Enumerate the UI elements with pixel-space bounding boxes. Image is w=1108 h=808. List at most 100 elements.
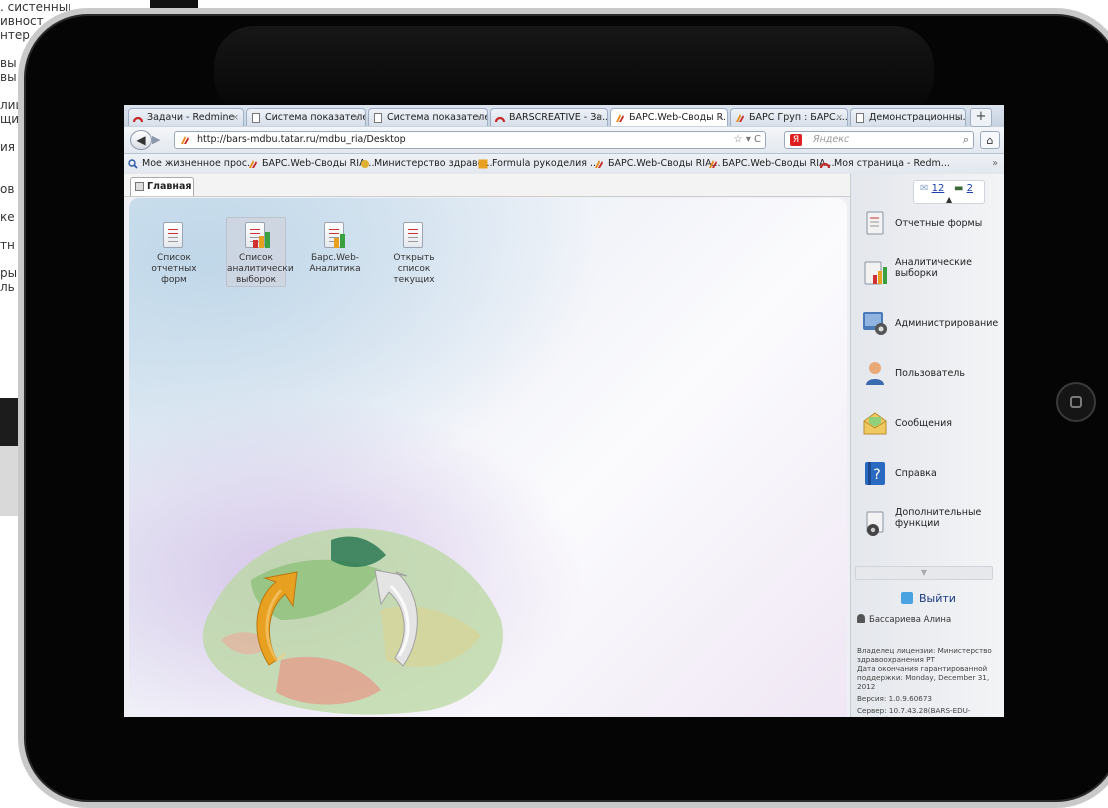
menu-item-label: Аналитические выборки	[895, 257, 972, 279]
desktop-icon-open-current-list[interactable]: Открыть список текущих	[385, 218, 443, 286]
menu-item-help[interactable]: ? Справка	[861, 457, 1001, 491]
bookmarks-bar: Мое жизненное прос... БАРС.Web-Своды RIA…	[124, 154, 1004, 175]
search-icon[interactable]: ⌕	[963, 132, 969, 148]
admin-gear-icon	[863, 312, 887, 335]
tablet-home-button[interactable]	[1056, 382, 1096, 422]
bookmark-item[interactable]: Министерство здраво...	[360, 154, 493, 174]
license-info: Владелец лицензии: Министерство здравоох…	[857, 646, 999, 717]
ministry-emblem-icon	[361, 160, 369, 168]
mail-notification[interactable]: ✉ 12	[920, 182, 944, 196]
home-icon: ⌂	[986, 134, 994, 147]
desktop-icon-report-forms[interactable]: Список отчетных форм	[145, 218, 203, 286]
license-owner: Владелец лицензии: Министерство здравоох…	[857, 646, 992, 664]
menu-scroll-down[interactable]: ▼	[855, 566, 993, 580]
tab-label: BARSCREATIVE - За...	[509, 112, 608, 123]
forward-button[interactable]: ▶	[152, 133, 170, 147]
tab-bars-web-svody[interactable]: БАРС.Web-Своды R... ×	[610, 108, 728, 126]
bookmark-item[interactable]: БАРС.Web-Своды RIA...	[708, 154, 834, 174]
app-container: Главная Список отчетных форм Список анал…	[124, 174, 1004, 717]
close-icon[interactable]: ×	[835, 109, 843, 126]
bookmark-label: БАРС.Web-Своды RIA...	[608, 158, 721, 169]
desktop-icon-analytic-samples[interactable]: Список аналитически выборок	[226, 217, 294, 287]
mail-icon: ✉	[920, 183, 929, 194]
scroll-down-chevron-icon: ▼	[920, 568, 928, 577]
bars-favicon-icon	[181, 136, 189, 144]
bars-icon	[736, 114, 744, 122]
bookmarks-overflow-icon[interactable]: »	[992, 154, 998, 174]
back-arrow-icon: ◀	[136, 133, 146, 147]
bg-text-line: . систенными	[0, 0, 70, 14]
tab-indicators-1[interactable]: Система показателей ×	[246, 108, 366, 126]
bookmark-item[interactable]: Моя страница - Redm...	[820, 154, 950, 174]
new-tab-button[interactable]: +	[970, 108, 992, 127]
bookmark-item[interactable]: БАРС.Web-Своды RIA...	[248, 154, 374, 174]
monitor-icon: ▬	[954, 183, 964, 194]
bookmark-item[interactable]: БАРС.Web-Своды RIA...	[594, 154, 720, 174]
menu-item-analytic-samples[interactable]: Аналитические выборки	[861, 257, 1001, 291]
tab-label: Задачи - Redmine	[147, 112, 235, 123]
bars-icon	[595, 160, 603, 168]
collapse-chevron-icon[interactable]: ▲	[946, 193, 952, 207]
messages-envelope-icon	[863, 412, 887, 435]
bookmark-star-reload-icons[interactable]: ☆ ▾ C	[734, 132, 761, 148]
close-icon[interactable]: ×	[353, 109, 361, 126]
page-icon	[856, 113, 864, 123]
desktop-icon-bars-analytics[interactable]: Барс.Web-Аналитика	[306, 218, 364, 275]
search-placeholder: Яндекс	[813, 134, 850, 145]
address-bar[interactable]: http://bars-mdbu.tatar.ru/mdbu_ria/Deskt…	[174, 131, 766, 149]
menu-item-label: Администрирование	[895, 318, 999, 329]
forward-arrow-icon: ▶	[152, 133, 161, 146]
bars-icon	[249, 160, 257, 168]
menu-item-administration[interactable]: Администрирование	[861, 307, 1001, 341]
bars-icon	[709, 160, 717, 168]
user-small-icon	[857, 614, 865, 623]
menu-item-label: Дополнительные функции	[895, 507, 982, 529]
home-button[interactable]: ⌂	[980, 131, 1000, 149]
tab-redmine-tasks[interactable]: Задачи - Redmine ×	[128, 108, 244, 126]
close-icon[interactable]: ×	[595, 109, 603, 126]
tab-label: БАРС.Web-Своды R...	[629, 112, 728, 123]
desktop-icon-label: Список аналитически выборок	[227, 253, 294, 285]
menu-item-label: Пользователь	[895, 368, 965, 379]
user-icon	[866, 362, 884, 385]
tab-bars-group[interactable]: БАРС Груп : БАРС.... ×	[730, 108, 848, 126]
menu-item-label: Отчетные формы	[895, 218, 983, 229]
analytics-icon	[864, 261, 887, 285]
close-icon[interactable]: ×	[231, 109, 239, 126]
user-name: Бассариева Алина	[869, 615, 952, 625]
menu-item-user[interactable]: Пользователь	[861, 357, 1001, 391]
browser-nav-bar: ◀ ▶ http://bars-mdbu.tatar.ru/mdbu_ria/D…	[124, 127, 1004, 154]
close-icon[interactable]: ×	[715, 109, 723, 126]
mail-count: 12	[931, 183, 945, 194]
magnifier-icon	[128, 159, 138, 169]
server-text: Сервер: 10.7.43.28(BARS-EDU-REPORT)	[857, 706, 971, 717]
logout-button[interactable]: Выйти	[901, 592, 956, 605]
current-list-icon	[401, 222, 427, 250]
messages-notification[interactable]: ▬ 2	[954, 182, 973, 196]
svg-text:?: ?	[873, 467, 880, 483]
menu-item-extra-functions[interactable]: Дополнительные функции	[861, 507, 1001, 541]
back-button[interactable]: ◀	[130, 130, 152, 150]
tab-main[interactable]: Главная	[130, 177, 194, 196]
bookmark-item[interactable]: Мое жизненное прос...	[128, 154, 256, 174]
menu-item-report-forms[interactable]: Отчетные формы	[861, 207, 1001, 241]
page-icon	[374, 113, 382, 123]
tab-barscreative[interactable]: BARSCREATIVE - За... ×	[490, 108, 608, 126]
extra-functions-icon	[866, 511, 884, 536]
analytics-chart-icon	[243, 222, 270, 250]
close-icon[interactable]: ×	[475, 109, 483, 126]
tab-indicators-2[interactable]: Система показателей ×	[368, 108, 488, 126]
desktop-icon-label: Список отчетных форм	[151, 253, 197, 285]
close-icon[interactable]: ×	[953, 109, 961, 126]
menu-item-label: Справка	[895, 468, 937, 479]
browser-tab-bar: Задачи - Redmine × Система показателей ×…	[124, 105, 1004, 128]
desktop-tab-icon	[135, 182, 144, 191]
desktop-area: Список отчетных форм Список аналитически…	[129, 198, 847, 717]
search-input[interactable]: Я Яндекс ⌕	[784, 131, 974, 149]
tab-demo[interactable]: Демонстрационны... ×	[850, 108, 966, 126]
version-text: Версия: 1.0.9.60673	[857, 694, 933, 703]
menu-item-label: Сообщения	[895, 418, 953, 429]
bookmark-item[interactable]: Formula рукоделия ...	[478, 154, 599, 174]
menu-item-messages[interactable]: Сообщения	[861, 407, 1001, 441]
tablet-sheen	[214, 26, 934, 116]
